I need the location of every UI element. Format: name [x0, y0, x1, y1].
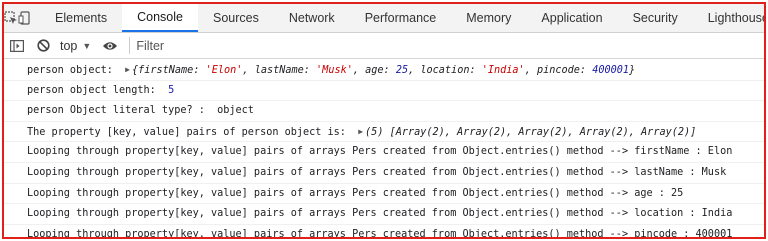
console-line: Looping through property[key, value] pai… — [4, 225, 764, 237]
chevron-down-icon: ▼ — [82, 40, 92, 51]
tab-sources[interactable]: Sources — [198, 4, 274, 32]
tab-network[interactable]: Network — [274, 4, 350, 32]
log-label: person object length: — [27, 84, 169, 96]
sidebar-toggle-icon[interactable] — [4, 33, 30, 58]
device-toggle-icon[interactable] — [18, 4, 32, 32]
console-line: Looping through property[key, value] pai… — [4, 204, 764, 225]
tab-memory[interactable]: Memory — [451, 4, 526, 32]
context-selector-label: top — [60, 38, 78, 53]
array-preview[interactable]: (5) [Array(2), Array(2), Array(2), Array… — [365, 127, 696, 138]
console-line: Looping through property[key, value] pai… — [4, 142, 764, 163]
console-line: person object: ▶ {firstName: 'Elon', last… — [4, 60, 764, 81]
tab-security[interactable]: Security — [618, 4, 693, 32]
devtools-window: Elements Console Sources Network Perform… — [2, 2, 766, 239]
console-output: person object: ▶ {firstName: 'Elon', last… — [4, 59, 764, 237]
log-label: The property [key, value] pairs of perso… — [27, 126, 359, 138]
tab-performance[interactable]: Performance — [350, 4, 452, 32]
context-selector[interactable]: top ▼ — [56, 39, 97, 53]
console-line: person object length: 5 — [4, 81, 764, 102]
console-line: The property [key, value] pairs of perso… — [4, 122, 764, 143]
filter-input[interactable]: Filter — [129, 37, 164, 54]
expand-triangle-icon[interactable]: ▶ — [358, 122, 363, 142]
eye-icon[interactable] — [97, 33, 123, 58]
console-toolbar: top ▼ Filter — [4, 33, 764, 59]
tab-console[interactable]: Console — [122, 4, 198, 32]
console-line: Looping through property[key, value] pai… — [4, 163, 764, 184]
inspect-element-icon[interactable] — [4, 4, 18, 32]
log-number: 5 — [168, 84, 175, 96]
log-label: person object: — [27, 65, 126, 76]
tab-lighthouse[interactable]: Lighthouse — [693, 4, 764, 32]
console-line: person Object literal type? : object — [4, 101, 764, 122]
tab-application[interactable]: Application — [526, 4, 617, 32]
console-line: Looping through property[key, value] pai… — [4, 184, 764, 205]
devtools-tabbar: Elements Console Sources Network Perform… — [4, 4, 764, 33]
tab-elements[interactable]: Elements — [40, 4, 122, 32]
clear-console-icon[interactable] — [30, 33, 56, 58]
expand-triangle-icon[interactable]: ▶ — [125, 60, 130, 80]
object-preview[interactable]: {firstName: 'Elon', lastName: 'Musk', ag… — [132, 65, 635, 76]
